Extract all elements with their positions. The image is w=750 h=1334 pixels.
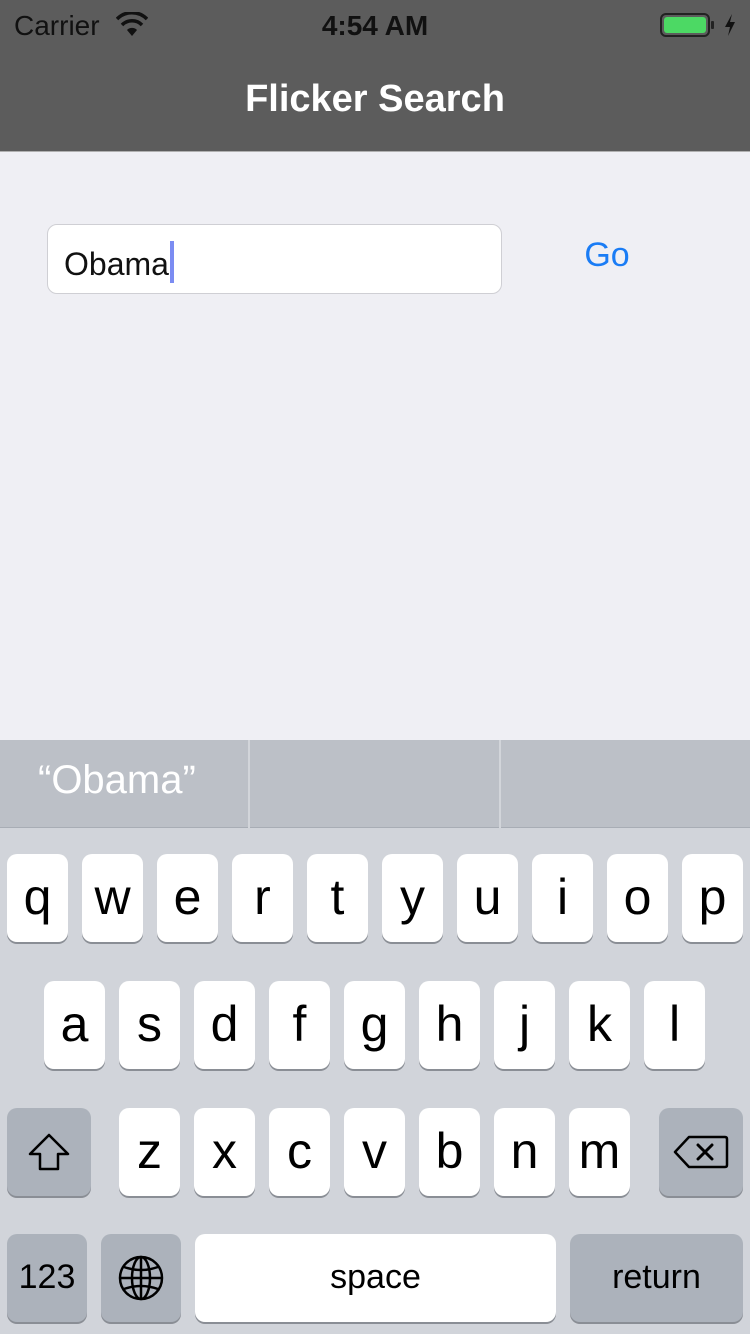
key-label: x [212,1123,237,1179]
key-label: o [623,869,652,925]
backspace-key[interactable] [659,1108,743,1196]
key-e[interactable]: e [157,854,218,942]
backspace-icon [673,1135,729,1169]
status-time: 4:54 AM [321,10,429,41]
key-label: v [362,1123,387,1179]
key-label: a [60,996,89,1052]
key-b[interactable]: b [419,1108,480,1196]
key-label: u [473,869,502,925]
key-label: y [400,869,425,925]
key-label: k [587,996,612,1052]
key-label: return [612,1258,701,1296]
key-label: m [578,1123,621,1179]
key-label: d [210,996,239,1052]
key-q[interactable]: q [7,854,68,942]
key-c[interactable]: c [269,1108,330,1196]
key-i[interactable]: i [532,854,593,942]
predictive-bar: “Obama” [0,740,750,828]
key-label: c [287,1123,312,1179]
key-label: w [94,869,131,925]
search-input-text[interactable]: Obama [64,241,174,283]
key-r[interactable]: r [232,854,293,942]
key-z[interactable]: z [119,1108,180,1196]
key-label: i [556,869,569,925]
globe-icon [118,1255,164,1301]
key-g[interactable]: g [344,981,405,1069]
key-label: j [518,996,531,1052]
key-j[interactable]: j [494,981,555,1069]
key-w[interactable]: w [82,854,143,942]
shift-key[interactable] [7,1108,91,1196]
key-n[interactable]: n [494,1108,555,1196]
go-button[interactable]: Go [570,236,644,284]
key-label: t [330,869,345,925]
key-d[interactable]: d [194,981,255,1069]
key-s[interactable]: s [119,981,180,1069]
key-label: b [435,1123,464,1179]
prediction-3[interactable] [501,740,750,828]
key-t[interactable]: t [307,854,368,942]
key-label: n [510,1123,539,1179]
key-label: l [668,996,681,1052]
key-label: h [435,996,464,1052]
text-cursor [169,241,174,283]
key-h[interactable]: h [419,981,480,1069]
key-k[interactable]: k [569,981,630,1069]
charging-bolt-icon [725,14,735,36]
key-label: r [254,869,271,925]
status-bar: Carrier 4:54 AM [0,0,750,50]
prediction-1-label: “Obama” [38,758,196,802]
key-label: p [698,869,727,925]
space-key[interactable]: space [195,1234,556,1322]
prediction-2[interactable] [250,740,499,828]
key-o[interactable]: o [607,854,668,942]
key-v[interactable]: v [344,1108,405,1196]
key-label: g [360,996,389,1052]
page-title: Flicker Search [245,78,505,120]
globe-key[interactable] [101,1234,181,1322]
key-x[interactable]: x [194,1108,255,1196]
key-label: q [23,869,52,925]
key-label: z [137,1123,162,1179]
keyboard: “Obama” q w e r t y u i o p a s d f g h … [0,740,750,1334]
key-label: 123 [18,1258,76,1296]
key-f[interactable]: f [269,981,330,1069]
key-m[interactable]: m [569,1108,630,1196]
key-label: f [292,996,307,1052]
key-label: space [330,1258,421,1296]
return-key[interactable]: return [570,1234,743,1322]
search-value: Obama [64,246,169,282]
key-p[interactable]: p [682,854,743,942]
search-input[interactable]: Obama [47,224,502,294]
shift-icon [28,1133,70,1171]
key-l[interactable]: l [644,981,705,1069]
prediction-1[interactable]: “Obama” [0,740,248,828]
navigation-bar: Carrier 4:54 AM Flicker Search [0,0,750,152]
key-y[interactable]: y [382,854,443,942]
key-label: e [173,869,202,925]
numbers-key[interactable]: 123 [7,1234,87,1322]
key-u[interactable]: u [457,854,518,942]
key-a[interactable]: a [44,981,105,1069]
key-label: s [137,996,162,1052]
battery-icon [660,13,714,37]
